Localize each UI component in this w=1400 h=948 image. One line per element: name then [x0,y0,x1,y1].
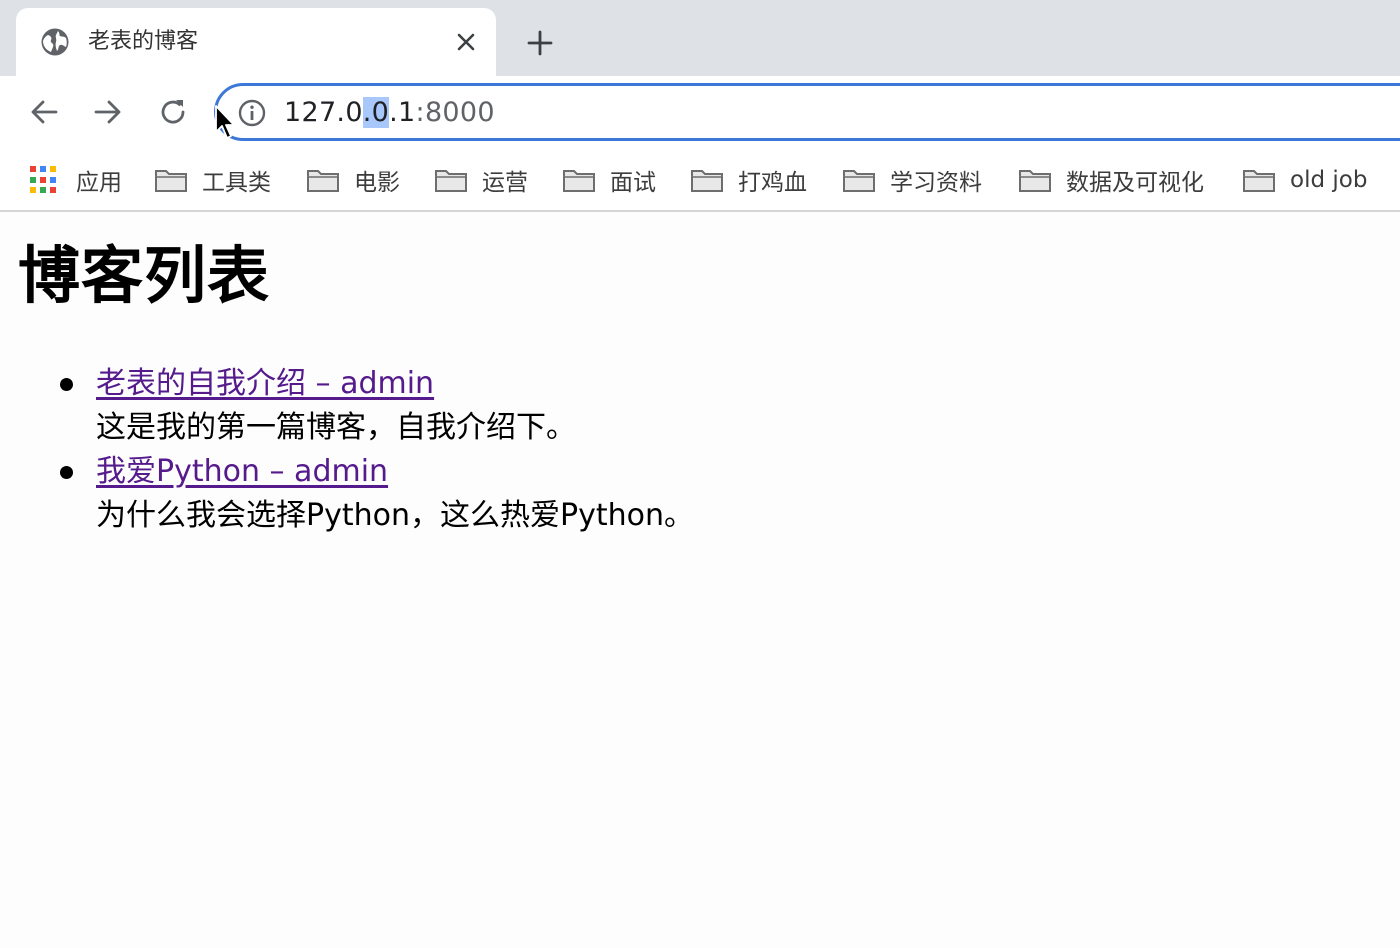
bookmark-label: 工具类 [202,170,271,196]
tab-title: 老表的博客 [88,29,199,54]
bookmark-apps[interactable]: 应用 [30,162,122,198]
bookmark-folder-motivation[interactable]: 打鸡血 [690,162,807,198]
url-selection: .0 [362,97,390,128]
page-content: 博客列表 老表的自我介绍 – admin 这是我的第一篇博客，自我介绍下。 我爱… [0,214,1400,948]
bookmark-folder-movies[interactable]: 电影 [306,162,400,198]
tab-close-button[interactable] [452,28,480,56]
tab-strip: 老表的博客 [0,0,1400,76]
bullet-icon [60,466,73,479]
arrow-right-icon [94,100,121,124]
bookmark-label: 运营 [482,170,528,196]
browser-toolbar: 127.0.0.1:8000 [0,76,1400,148]
forward-button[interactable] [90,94,126,130]
bookmark-label: 学习资料 [890,170,982,196]
post-list: 老表的自我介绍 – admin 这是我的第一篇博客，自我介绍下。 我爱Pytho… [0,362,1400,538]
new-tab-button[interactable] [522,25,558,61]
folder-icon [155,170,187,192]
bookmark-folder-interview[interactable]: 面试 [562,162,656,198]
globe-icon [41,28,69,56]
bookmark-label: 应用 [76,170,122,196]
page-title: 博客列表 [18,239,271,312]
info-icon[interactable] [238,99,266,127]
post-description: 为什么我会选择Python，这么热爱Python。 [96,498,694,533]
bullet-icon [60,378,73,391]
close-icon [457,33,475,51]
post-link[interactable]: 老表的自我介绍 – admin [96,362,434,406]
url-port: :8000 [415,97,495,128]
bookmark-label: 电影 [354,170,400,196]
reload-icon [161,100,185,124]
plus-icon [527,30,553,56]
arrow-left-icon [31,100,58,124]
bookmark-folder-study[interactable]: 学习资料 [842,162,982,198]
reload-button[interactable] [155,94,191,130]
bookmark-label: old job [1290,167,1368,193]
folder-icon [1019,170,1051,192]
list-item: 老表的自我介绍 – admin 这是我的第一篇博客，自我介绍下。 [0,362,1400,450]
post-description: 这是我的第一篇博客，自我介绍下。 [96,410,576,445]
back-button[interactable] [26,94,62,130]
bookmark-folder-operations[interactable]: 运营 [434,162,528,198]
bookmark-label: 数据及可视化 [1066,170,1204,196]
post-link[interactable]: 我爱Python – admin [96,450,388,494]
folder-icon [307,170,339,192]
bookmark-folder-old-job[interactable]: old job [1242,162,1367,198]
tab-active[interactable]: 老表的博客 [16,8,496,76]
list-item: 我爱Python – admin 为什么我会选择Python，这么热爱Pytho… [0,450,1400,538]
bookmark-label: 面试 [610,170,656,196]
folder-icon [563,170,595,192]
apps-grid-icon [30,166,58,194]
bookmark-label: 打鸡血 [738,170,807,196]
bookmark-folder-tools[interactable]: 工具类 [154,162,271,198]
folder-icon [843,170,875,192]
mouse-cursor-icon [215,105,235,139]
url-middle: .1 [389,97,416,128]
url-text[interactable]: 127.0.0.1:8000 [284,96,495,130]
url-prefix: 127.0 [284,97,363,128]
folder-icon [691,170,723,192]
bookmarks-bar: 应用 工具类 电影 运营 面试 打鸡血 学习资料 数据及可视化 old job [0,148,1400,212]
folder-icon [435,170,467,192]
folder-icon [1243,170,1275,192]
address-bar[interactable]: 127.0.0.1:8000 [214,83,1400,141]
bookmark-folder-data-viz[interactable]: 数据及可视化 [1018,162,1204,198]
